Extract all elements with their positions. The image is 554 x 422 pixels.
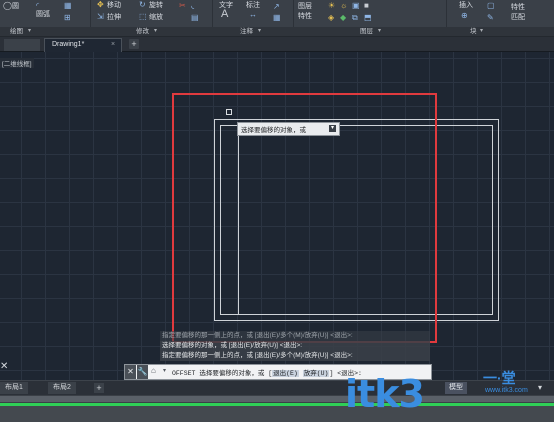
leader-icon[interactable]: ↗ bbox=[273, 3, 280, 11]
chevron-down-icon[interactable]: ▾ bbox=[154, 27, 157, 36]
text-icon[interactable]: A bbox=[221, 9, 228, 20]
prompt-icon: ⌂ bbox=[151, 366, 156, 375]
history-line: 指定要偏移的那一侧上的点，或 [退出(E)/多个(M)/放弃(U)] <退出>: bbox=[160, 331, 430, 341]
layer-state-icon[interactable]: ◈ bbox=[328, 14, 334, 22]
outer-rect-right-edge[interactable] bbox=[498, 119, 499, 321]
layer-iso-icon[interactable]: ◆ bbox=[340, 14, 346, 22]
ribbon-move-label[interactable]: 移动 bbox=[107, 0, 121, 10]
watermark-url: www.itk3.com bbox=[485, 387, 528, 394]
fillet-icon[interactable]: ◟ bbox=[191, 2, 194, 10]
chevron-down-icon[interactable]: ▾ bbox=[480, 27, 483, 36]
chevron-down-icon[interactable]: ▾ bbox=[163, 367, 166, 374]
option-exit[interactable]: 退出(E) bbox=[272, 370, 299, 377]
ribbon-stretch-label[interactable]: 拉伸 bbox=[107, 12, 121, 22]
layer-walk-icon[interactable]: ⧉ bbox=[352, 14, 358, 22]
autocad-window: ◯ 圆 ◜ 圆弧 ▦ ⊞ ✥ 移动 ⇲ 拉伸 ↻ 旋转 ⬚ 缩放 ✂ ◟ ▤ A… bbox=[0, 0, 554, 422]
draw-panel: ◯ 圆 ◜ 圆弧 ▦ ⊞ bbox=[0, 0, 91, 27]
ribbon-rotate-label[interactable]: 旋转 bbox=[149, 0, 163, 10]
history-line: 指定要偏移的那一侧上的点，或 [退出(E)/多个(M)/放弃(U)] <退出>: bbox=[160, 351, 430, 361]
dimension-icon[interactable]: ↔ bbox=[249, 11, 257, 19]
ribbon-panel-titles: 绘图 ▾ 修改 ▾ 注释 ▾ 图层 ▾ 块 ▾ bbox=[0, 27, 554, 37]
watermark-cn: 一·堂 bbox=[483, 370, 516, 386]
ribbon-insert-label[interactable]: 插入 bbox=[459, 0, 473, 10]
trim-icon[interactable]: ✂ bbox=[179, 2, 186, 10]
layers-panel: 图层 特性 ☀ ☼ ▣ ■ ◈ ◆ ⧉ ⬒ bbox=[294, 0, 447, 27]
viewport-visual-style-label[interactable]: [二维线框] bbox=[0, 58, 34, 68]
create-block-icon[interactable]: ▢ bbox=[487, 2, 495, 10]
rotate-icon[interactable]: ↻ bbox=[139, 1, 146, 9]
tooltip-prompt-text: 选择要偏移的对象，或 bbox=[241, 127, 306, 134]
stretch-icon[interactable]: ⇲ bbox=[97, 13, 104, 21]
tab-drawing1-label: Drawing1* bbox=[52, 41, 85, 48]
region-icon[interactable]: ⊞ bbox=[64, 14, 71, 22]
annotation-panel: A 文字 ↔ 标注 ↗ ▦ bbox=[213, 0, 294, 27]
offset-rect-right-edge[interactable] bbox=[492, 125, 493, 315]
add-layout-button[interactable]: + bbox=[94, 383, 104, 393]
array-icon[interactable]: ▤ bbox=[191, 14, 199, 22]
scale-icon[interactable]: ⬚ bbox=[139, 13, 147, 21]
ribbon-circle-label[interactable]: 圆 bbox=[12, 1, 19, 11]
modify-panel: ✥ 移动 ⇲ 拉伸 ↻ 旋转 ⬚ 缩放 ✂ ◟ ▤ bbox=[91, 0, 213, 27]
command-input[interactable]: OFFSET 选择要偏移的对象，或 [退出(E) 放弃(U)] <退出>: bbox=[172, 367, 362, 377]
close-icon[interactable]: ✕ bbox=[125, 365, 136, 379]
ribbon-properties-label[interactable]: 特性 bbox=[511, 2, 525, 12]
chevron-down-icon[interactable]: ▾ bbox=[28, 27, 31, 36]
layer-merge-icon[interactable]: ⬒ bbox=[364, 14, 372, 22]
layer-lock-icon[interactable]: ▣ bbox=[352, 2, 360, 10]
close-icon[interactable]: ✕ bbox=[0, 361, 8, 372]
move-icon[interactable]: ✥ bbox=[97, 1, 104, 9]
command-name: OFFSET bbox=[172, 370, 196, 377]
panel-title-draw[interactable]: 绘图 bbox=[10, 27, 23, 36]
watermark-brand: itk3 bbox=[345, 372, 425, 416]
ribbon: ◯ 圆 ◜ 圆弧 ▦ ⊞ ✥ 移动 ⇲ 拉伸 ↻ 旋转 ⬚ 缩放 ✂ ◟ ▤ A… bbox=[0, 0, 554, 28]
layer-color-icon[interactable]: ■ bbox=[364, 2, 369, 10]
ribbon-text-label[interactable]: 文字 bbox=[219, 0, 233, 10]
ribbon-layer-props-label[interactable]: 特性 bbox=[298, 11, 312, 21]
panel-title-modify[interactable]: 修改 bbox=[136, 27, 149, 36]
sun-icon[interactable]: ☼ bbox=[340, 2, 347, 10]
dynamic-input-tooltip: 选择要偏移的对象，或 ▾ bbox=[237, 122, 340, 136]
option-undo[interactable]: 放弃(U) bbox=[302, 370, 330, 377]
tab-layout2[interactable]: 布局2 bbox=[48, 382, 76, 394]
close-icon[interactable]: × bbox=[111, 41, 115, 48]
chevron-down-icon[interactable]: ▾ bbox=[378, 27, 381, 36]
ribbon-dimension-label[interactable]: 标注 bbox=[246, 0, 260, 10]
history-line: 选择要偏移的对象，或 [退出(E)/放弃(U)] <退出>: bbox=[160, 341, 430, 351]
ribbon-layer-label[interactable]: 图层 bbox=[298, 1, 312, 11]
lightbulb-icon[interactable]: ☀ bbox=[328, 2, 335, 10]
circle-icon[interactable]: ◯ bbox=[3, 2, 12, 10]
tab-layout1[interactable]: 布局1 bbox=[0, 382, 28, 394]
new-tab-button[interactable]: + bbox=[129, 39, 139, 49]
file-tab-bar: Drawing1* × + bbox=[0, 37, 554, 52]
insert-block-icon[interactable]: ⊕ bbox=[461, 12, 468, 20]
wrench-icon[interactable]: 🔧 bbox=[137, 365, 148, 379]
panel-title-annotation[interactable]: 注释 bbox=[240, 27, 253, 36]
command-prompt: 选择要偏移的对象，或 [ bbox=[199, 370, 273, 377]
panel-title-block[interactable]: 块 bbox=[470, 27, 477, 36]
arrow-down-icon[interactable]: ▾ bbox=[329, 125, 336, 132]
ribbon-scale-label[interactable]: 缩放 bbox=[149, 12, 163, 22]
pickbox-cursor bbox=[226, 109, 232, 115]
block-panel: 插入 ⊕ ▢ ✎ 特性 匹配 bbox=[447, 0, 554, 27]
edit-block-icon[interactable]: ✎ bbox=[487, 14, 494, 22]
command-history: 指定要偏移的那一侧上的点，或 [退出(E)/多个(M)/放弃(U)] <退出>:… bbox=[160, 331, 430, 361]
panel-title-layers[interactable]: 图层 bbox=[360, 27, 373, 36]
table-icon[interactable]: ▦ bbox=[273, 14, 281, 22]
tab-drawing1[interactable]: Drawing1* × bbox=[44, 38, 122, 52]
watermark-logo: itk3 一·堂 www.itk3.com bbox=[335, 366, 554, 422]
chevron-down-icon[interactable]: ▾ bbox=[258, 27, 261, 36]
ribbon-arc-label[interactable]: 圆弧 bbox=[36, 9, 50, 19]
tab-start[interactable] bbox=[4, 39, 40, 51]
hatch-icon[interactable]: ▦ bbox=[64, 2, 72, 10]
ribbon-match-label[interactable]: 匹配 bbox=[511, 12, 525, 22]
